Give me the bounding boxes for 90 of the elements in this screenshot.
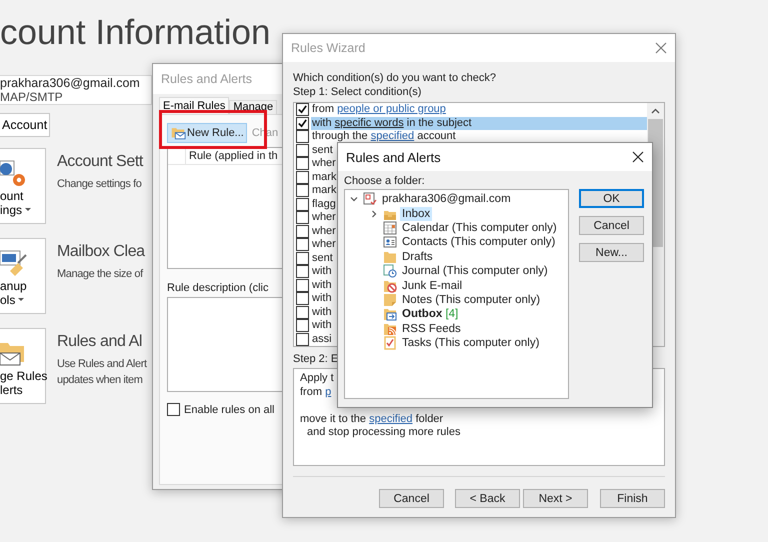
checkbox[interactable] (296, 211, 309, 224)
checkbox[interactable] (296, 238, 309, 252)
folder-item[interactable]: Calendar (This computer only) (400, 220, 559, 235)
step-label: Step 2: E (293, 352, 340, 366)
checkbox[interactable] (296, 306, 309, 319)
window-title: Rules and Alerts (346, 150, 441, 164)
folder-icon (383, 250, 397, 264)
dialog-button[interactable]: Cancel (579, 216, 644, 235)
condition-item[interactable]: from people or public group (311, 103, 647, 116)
rule-description-line: Apply t (300, 372, 334, 384)
folder-item[interactable]: Junk E-mail (400, 278, 464, 293)
note-icon (383, 292, 397, 307)
folder-item[interactable]: Drafts (400, 250, 435, 264)
checkbox[interactable] (296, 184, 309, 198)
checkbox[interactable] (296, 157, 309, 170)
link[interactable]: people or public group (337, 103, 446, 115)
column-header: Rule (applied in th (188, 149, 278, 164)
checkbox[interactable] (296, 252, 309, 265)
checkbox[interactable] (296, 103, 309, 116)
checkbox[interactable] (167, 403, 180, 416)
page-title: count Information (0, 12, 270, 54)
link[interactable]: specific words (334, 116, 404, 128)
window-title: Rules and Alerts (161, 72, 252, 86)
folder-item[interactable]: RSS Feeds (400, 322, 463, 336)
checkbox[interactable] (296, 198, 309, 211)
section-description: Use Rules and Alert (57, 357, 147, 372)
section-description: Change settings fo (57, 177, 142, 192)
window-title: Rules Wizard (291, 41, 366, 55)
checkbox[interactable] (296, 332, 309, 346)
tile-button[interactable]: anup ols (0, 238, 46, 314)
folder-item[interactable]: Outbox [4] (400, 307, 460, 322)
folder-item[interactable]: Tasks (This computer only) (400, 336, 542, 350)
prompt-label: Choose a folder: (344, 174, 426, 188)
condition-item[interactable]: through the specified account (311, 130, 647, 144)
folder-envelope-icon (170, 126, 186, 140)
caret-icon (25, 208, 32, 212)
account-selector[interactable]: prakhara306@gmail.com MAP/SMTP (0, 75, 152, 105)
checkbox[interactable] (296, 170, 309, 184)
mailbox-icon (363, 192, 377, 206)
checkbox[interactable] (296, 265, 309, 278)
dialog-button[interactable]: < Back (455, 489, 520, 508)
folder-item[interactable]: Journal (This computer only) (400, 264, 550, 278)
folder-item[interactable]: Contacts (This computer only) (400, 235, 558, 250)
checkbox[interactable] (296, 130, 309, 144)
condition-item[interactable]: with specific words in the subject (311, 116, 647, 130)
contacts-icon (383, 235, 397, 250)
caret-icon (18, 298, 24, 302)
section-heading: Account Sett (57, 152, 143, 172)
link[interactable]: specified (369, 412, 413, 424)
folder-item[interactable]: Inbox (400, 206, 432, 221)
toolbar-button[interactable]: New Rule... (167, 123, 247, 143)
question-text: Which condition(s) do you want to check? (293, 71, 497, 85)
section-description: Manage the size of (57, 267, 143, 282)
calendar-icon (383, 220, 397, 235)
scroll-up-icon[interactable] (651, 108, 660, 114)
section-description: updates when item (57, 373, 143, 388)
rss-feed-icon (383, 322, 397, 336)
section-heading: Rules and Al (57, 332, 142, 352)
dialog-button[interactable]: Cancel (379, 489, 444, 508)
dialog-button[interactable]: Finish (600, 489, 665, 508)
add-account-button[interactable]: Account (0, 113, 50, 137)
checkbox[interactable] (296, 292, 309, 306)
rule-description-line: and stop processing more rules (307, 426, 460, 440)
link[interactable]: p (325, 386, 332, 398)
tile-button[interactable]: ount ings (0, 148, 46, 224)
checkbox[interactable] (296, 224, 309, 238)
folder-item[interactable]: Notes (This computer only) (400, 292, 542, 307)
checkbox[interactable] (296, 319, 309, 332)
dialog-button[interactable]: OK (579, 189, 644, 208)
junk-folder-icon (383, 278, 397, 293)
close-icon[interactable] (632, 151, 644, 163)
step-label: Step 1: Select condition(s) (293, 85, 422, 99)
checkbox-label: Enable rules on all (184, 404, 275, 416)
field-label: Rule description (clic (167, 281, 268, 295)
task-icon (383, 336, 397, 350)
outbox-icon (383, 307, 397, 322)
dialog-button[interactable]: Next > (523, 489, 588, 508)
checkbox[interactable] (296, 144, 309, 157)
link[interactable]: specified (370, 130, 414, 142)
rule-description-line: move it to the specified folder (300, 412, 444, 424)
folder-item[interactable]: prakhara306@gmail.com (380, 192, 513, 206)
section-heading: Mailbox Clea (57, 242, 145, 262)
item-count: [4] (445, 308, 458, 320)
checkbox[interactable] (296, 278, 309, 292)
rule-description-line: from p (300, 386, 332, 398)
tile-button[interactable]: ge Rules lerts (0, 328, 46, 404)
journal-icon (383, 264, 397, 278)
dialog-button[interactable]: New... (579, 243, 644, 262)
checkbox[interactable] (296, 116, 309, 130)
expand-chevron-icon[interactable] (369, 208, 379, 219)
